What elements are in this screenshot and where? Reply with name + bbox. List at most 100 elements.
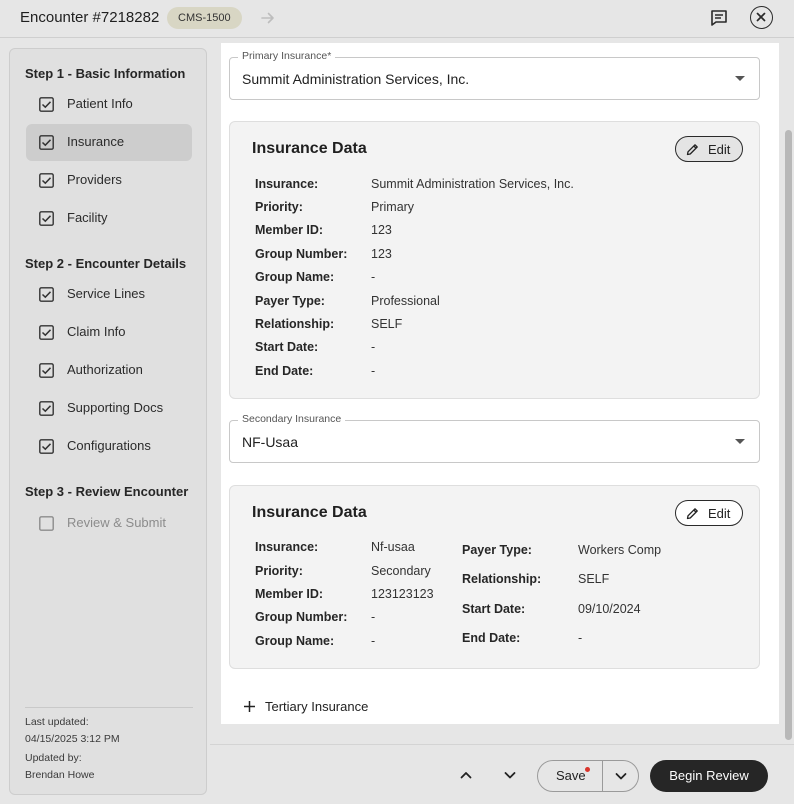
sidebar-item-label: Supporting Docs bbox=[67, 400, 164, 415]
step-2-heading: Step 2 - Encounter Details bbox=[25, 256, 187, 271]
caret-down-icon bbox=[735, 76, 745, 81]
sidebar-item-patient-info[interactable]: Patient Info bbox=[26, 86, 192, 123]
field-value: NF-Usaa bbox=[242, 434, 299, 450]
field-key: Start Date: bbox=[255, 340, 319, 354]
field-key: Group Name: bbox=[255, 270, 335, 284]
field-key: Group Name: bbox=[255, 634, 335, 648]
sidebar-item-label: Patient Info bbox=[67, 96, 133, 111]
sidebar-item-service-lines[interactable]: Service Lines bbox=[26, 276, 192, 313]
last-updated-value: 04/15/2025 3:12 PM bbox=[25, 733, 120, 745]
sidebar-item-label: Authorization bbox=[67, 362, 143, 377]
checkbox-checked-icon bbox=[39, 97, 54, 112]
sidebar-item-label: Configurations bbox=[67, 438, 151, 453]
divider bbox=[25, 707, 193, 708]
field-value: - bbox=[371, 364, 376, 378]
field-key: Group Number: bbox=[255, 610, 348, 624]
secondary-insurance-select[interactable]: Secondary Insurance NF-Usaa bbox=[229, 413, 760, 463]
begin-review-label: Begin Review bbox=[669, 768, 749, 783]
checkbox-checked-icon bbox=[39, 401, 54, 416]
card-title: Insurance Data bbox=[252, 140, 367, 157]
field-key: Group Number: bbox=[255, 247, 348, 261]
field-key: Payer Type: bbox=[255, 294, 325, 308]
begin-review-button[interactable]: Begin Review bbox=[650, 760, 768, 792]
field-key: Priority: bbox=[255, 564, 303, 578]
field-value: 123123123 bbox=[371, 587, 434, 601]
updated-by-label: Updated by: bbox=[25, 752, 82, 764]
sidebar-item-providers[interactable]: Providers bbox=[26, 162, 192, 199]
close-icon bbox=[756, 12, 766, 22]
field-key: Insurance: bbox=[255, 540, 319, 554]
sidebar-item-insurance[interactable]: Insurance bbox=[26, 124, 192, 161]
sidebar-item-supporting-docs[interactable]: Supporting Docs bbox=[26, 390, 192, 427]
sidebar-item-claim-info[interactable]: Claim Info bbox=[26, 314, 192, 351]
chevron-down-icon bbox=[615, 773, 627, 780]
chevron-up-icon[interactable] bbox=[456, 765, 476, 785]
field-key: Priority: bbox=[255, 200, 303, 214]
field-key: Start Date: bbox=[462, 602, 526, 616]
primary-insurance-select[interactable]: Primary Insurance* Summit Administration… bbox=[229, 50, 760, 100]
field-value: SELF bbox=[371, 317, 403, 331]
edit-button[interactable]: Edit bbox=[675, 500, 743, 526]
sidebar-item-authorization[interactable]: Authorization bbox=[26, 352, 192, 389]
checkbox-empty-icon bbox=[39, 516, 54, 531]
pencil-icon bbox=[686, 508, 698, 520]
field-label: Secondary Insurance bbox=[238, 413, 346, 425]
panel-bottom-gutter bbox=[210, 724, 784, 744]
checkbox-checked-icon bbox=[39, 287, 54, 302]
field-key: Relationship: bbox=[255, 317, 335, 331]
edit-button[interactable]: Edit bbox=[675, 136, 743, 162]
insurance-panel: Primary Insurance* Summit Administration… bbox=[221, 43, 779, 724]
field-value: Professional bbox=[371, 294, 440, 308]
steps-sidebar: Step 1 - Basic Information Patient Info … bbox=[9, 48, 207, 795]
claim-type-badge: CMS-1500 bbox=[167, 7, 242, 29]
checkbox-checked-icon bbox=[39, 173, 54, 188]
save-button-group: Save bbox=[537, 760, 639, 792]
field-value: 123 bbox=[371, 247, 392, 261]
sidebar-item-label: Review & Submit bbox=[67, 515, 166, 530]
field-value: - bbox=[578, 631, 583, 645]
checkbox-checked-icon bbox=[39, 211, 54, 226]
field-value: - bbox=[371, 270, 376, 284]
sidebar-item-facility[interactable]: Facility bbox=[26, 200, 192, 237]
sidebar-item-configurations[interactable]: Configurations bbox=[26, 428, 192, 465]
field-value: Secondary bbox=[371, 564, 431, 578]
field-value: Primary bbox=[371, 200, 415, 214]
field-key: Insurance: bbox=[255, 177, 319, 191]
field-value: - bbox=[371, 634, 376, 648]
edit-label: Edit bbox=[708, 142, 731, 157]
field-key: End Date: bbox=[462, 631, 521, 645]
field-value: Nf-usaa bbox=[371, 540, 415, 554]
field-value: 09/10/2024 bbox=[578, 602, 641, 616]
checkbox-checked-icon bbox=[39, 325, 54, 340]
field-value: - bbox=[371, 340, 376, 354]
step-3-heading: Step 3 - Review Encounter bbox=[25, 484, 189, 499]
field-value: SELF bbox=[578, 572, 610, 586]
primary-insurance-card: Insurance Data Edit Insurance: Summit Ad… bbox=[229, 121, 760, 399]
header-bar: Encounter #7218282 CMS-1500 bbox=[0, 0, 794, 38]
step-1-heading: Step 1 - Basic Information bbox=[25, 66, 186, 81]
edit-label: Edit bbox=[708, 506, 731, 521]
close-button[interactable] bbox=[750, 6, 773, 29]
field-key: Payer Type: bbox=[462, 543, 532, 557]
field-value: 123 bbox=[371, 223, 392, 237]
field-key: Member ID: bbox=[255, 223, 324, 237]
field-value: Summit Administration Services, Inc. bbox=[242, 71, 470, 87]
sidebar-item-label: Claim Info bbox=[67, 324, 126, 339]
save-button[interactable]: Save bbox=[538, 761, 602, 791]
field-label: Primary Insurance* bbox=[238, 50, 336, 62]
field-key: End Date: bbox=[255, 364, 314, 378]
comment-icon[interactable] bbox=[709, 8, 729, 28]
secondary-insurance-card: Insurance Data Edit Insurance: Nf-usaa P… bbox=[229, 485, 760, 669]
arrow-right-icon[interactable] bbox=[259, 9, 277, 27]
footer-bar: Save Begin Review bbox=[210, 744, 794, 804]
sidebar-item-label: Facility bbox=[67, 210, 108, 225]
scrollbar-thumb[interactable] bbox=[785, 130, 792, 740]
last-updated-label: Last updated: bbox=[25, 716, 89, 728]
sidebar-item-review-submit[interactable]: Review & Submit bbox=[26, 505, 192, 542]
save-options-button[interactable] bbox=[603, 761, 639, 791]
plus-icon bbox=[244, 701, 255, 712]
field-key: Member ID: bbox=[255, 587, 324, 601]
chevron-down-icon[interactable] bbox=[500, 765, 520, 785]
checkbox-checked-icon bbox=[39, 135, 54, 150]
checkbox-checked-icon bbox=[39, 363, 54, 378]
